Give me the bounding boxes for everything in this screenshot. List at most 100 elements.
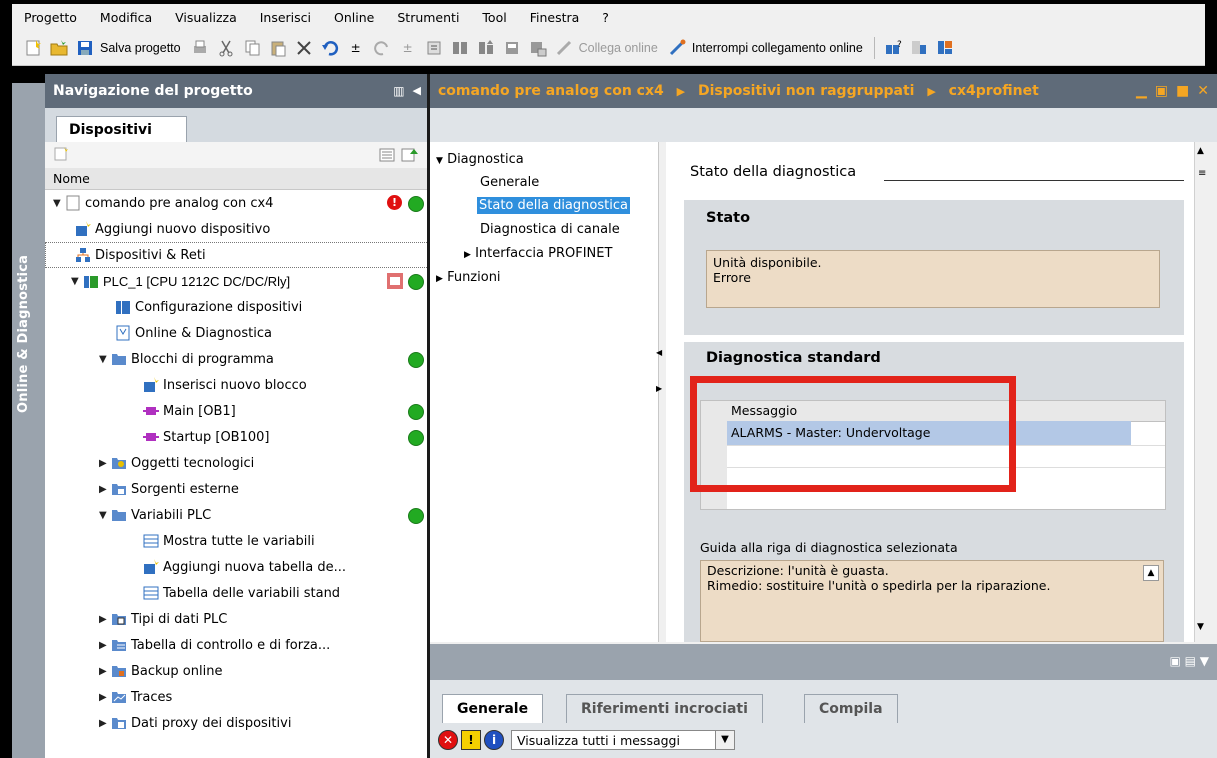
redo-icon[interactable] — [372, 38, 392, 58]
disconnect-online-icon[interactable] — [667, 38, 687, 58]
diag-nav-stato[interactable]: Stato della diagnostica — [477, 197, 630, 214]
diag-nav-generale[interactable]: Generale — [480, 175, 539, 190]
tree-item-device-proxy-data[interactable]: ▶ Dati proxy dei dispositivi — [45, 710, 481, 736]
copy-icon[interactable] — [242, 38, 262, 58]
tree-item-traces[interactable]: ▶ Traces — [45, 684, 481, 710]
tab-cross-references[interactable]: Riferimenti incrociati — [566, 694, 763, 723]
panel-layout-icon[interactable]: ▥ — [393, 74, 404, 108]
tree-item-project[interactable]: ▼ comando pre analog con cx4 ! — [45, 190, 435, 216]
download-to-device-icon[interactable] — [450, 38, 470, 58]
tree-item-add-device[interactable]: Aggiungi nuovo dispositivo — [45, 216, 457, 242]
tree-item-devices-networks[interactable]: Dispositivi & Reti — [45, 242, 457, 268]
expand-down-arrow-icon[interactable]: ▼ — [99, 354, 111, 365]
cut-icon[interactable] — [216, 38, 236, 58]
scroll-up-icon[interactable]: ▲ — [1143, 565, 1159, 581]
inspector-controls[interactable]: ▣ ▤ ▼ — [1169, 654, 1209, 668]
disconnect-online-button[interactable]: Interrompi collegamento online — [692, 41, 863, 55]
expand-right-arrow-icon[interactable]: ▶ — [99, 458, 111, 469]
menu-modifica[interactable]: Modifica — [88, 10, 163, 25]
accessible-devices-icon[interactable]: ? — [883, 38, 903, 58]
compile-icon[interactable] — [424, 38, 444, 58]
expand-down-arrow-icon[interactable]: ▼ — [71, 276, 83, 287]
message-filter-select[interactable]: Visualizza tutti i messaggi ▼ — [511, 730, 735, 750]
diag-nav-canale[interactable]: Diagnostica di canale — [480, 222, 620, 237]
maximize-icon[interactable]: ■ — [1176, 74, 1189, 108]
breadcrumb-group[interactable]: Dispositivi non raggruppati — [698, 83, 915, 99]
menu-tool[interactable]: Tool — [470, 10, 517, 25]
chevron-down-icon[interactable]: ▼ — [715, 731, 734, 749]
undo-dropdown-icon[interactable]: ± — [346, 38, 366, 58]
tree-item-program-blocks[interactable]: ▼ Blocchi di programma — [45, 346, 481, 372]
expand-right-arrow-icon[interactable]: ▶ — [99, 640, 111, 651]
breadcrumb-project[interactable]: comando pre analog con cx4 — [438, 83, 664, 99]
expand-right-arrow-icon[interactable]: ▶ — [99, 692, 111, 703]
splitter-right-arrow-icon[interactable]: ▶ — [656, 384, 662, 393]
menu-strumenti[interactable]: Strumenti — [385, 10, 470, 25]
close-icon[interactable]: ✕ — [1197, 74, 1209, 108]
tree-item-plc-tags[interactable]: ▼ Variabili PLC — [45, 502, 481, 528]
paste-icon[interactable] — [268, 38, 288, 58]
new-item-icon[interactable] — [53, 146, 69, 166]
tab-generale[interactable]: Generale — [442, 694, 544, 723]
cross-reference-icon[interactable] — [909, 38, 929, 58]
scroll-up-icon[interactable]: ▲ — [1197, 146, 1204, 156]
breadcrumb-device[interactable]: cx4profinet — [949, 83, 1039, 99]
expand-down-arrow-icon[interactable]: ▼ — [99, 510, 111, 521]
save-project-button[interactable]: Salva progetto — [100, 41, 181, 55]
go-online-icon[interactable] — [401, 146, 419, 168]
tree-item-online-backup[interactable]: ▶ Backup online — [45, 658, 481, 684]
menu-inserisci[interactable]: Inserisci — [248, 10, 322, 25]
diag-nav-profinet[interactable]: ▶ Interfaccia PROFINET — [464, 246, 612, 261]
error-filter-icon[interactable]: ✕ — [438, 730, 458, 750]
message-row[interactable]: ALARMS - Master: Undervoltage — [727, 421, 1131, 445]
expand-right-arrow-icon[interactable]: ▶ — [99, 718, 111, 729]
menu-visualizza[interactable]: Visualizza — [163, 10, 248, 25]
expand-right-arrow-icon[interactable]: ▶ — [99, 484, 111, 495]
message-column-header[interactable]: Messaggio — [731, 403, 797, 418]
splitter-left-arrow-icon[interactable]: ◀ — [656, 348, 662, 357]
content-scrollbar[interactable]: ▲ ≡ ▼ — [1194, 142, 1211, 642]
save-icon[interactable] — [75, 38, 95, 58]
expand-right-arrow-icon[interactable]: ▶ — [464, 250, 471, 260]
redo-dropdown-icon[interactable]: ± — [398, 38, 418, 58]
collapse-panel-icon[interactable]: ◀ — [413, 74, 421, 108]
expand-right-arrow-icon[interactable]: ▶ — [436, 274, 443, 284]
menu-online[interactable]: Online — [322, 10, 385, 25]
expand-right-arrow-icon[interactable]: ▶ — [99, 666, 111, 677]
menu-progetto[interactable]: Progetto — [12, 10, 88, 25]
tab-compile[interactable]: Compila — [804, 694, 898, 723]
info-filter-icon[interactable]: i — [484, 730, 504, 750]
upload-from-device-icon[interactable] — [476, 38, 496, 58]
tab-dispositivi[interactable]: Dispositivi — [56, 116, 187, 142]
tree-item-plc-data-types[interactable]: ▶ Tipi di dati PLC — [45, 606, 481, 632]
overview-icon[interactable] — [379, 147, 395, 167]
online-diagnostics-side-tab[interactable]: Online & Diagnostica — [12, 83, 45, 758]
menu-help[interactable]: ? — [590, 10, 620, 25]
warning-filter-icon[interactable]: ! — [461, 730, 481, 750]
menu-finestra[interactable]: Finestra — [518, 10, 591, 25]
expand-right-arrow-icon[interactable]: ▶ — [99, 614, 111, 625]
open-project-icon[interactable] — [49, 38, 69, 58]
connect-online-button[interactable]: Collega online — [579, 41, 658, 55]
minimize-icon[interactable]: ▁ — [1136, 74, 1147, 108]
tree-item-external-sources[interactable]: ▶ Sorgenti esterne — [45, 476, 481, 502]
diag-nav-funzioni[interactable]: ▶ Funzioni — [436, 270, 501, 285]
new-project-icon[interactable] — [23, 38, 43, 58]
simulation-icon[interactable] — [502, 38, 522, 58]
tree-item-watch-force-tables[interactable]: ▶ Tabella di controllo e di forza... — [45, 632, 481, 658]
tree-item-tech-objects[interactable]: ▶ Oggetti tecnologici — [45, 450, 481, 476]
diag-nav-diagnostica[interactable]: ▼ Diagnostica — [436, 152, 524, 167]
split-editor-icon[interactable] — [935, 38, 955, 58]
delete-icon[interactable] — [294, 38, 314, 58]
print-icon[interactable] — [190, 38, 210, 58]
connect-online-icon[interactable] — [554, 38, 574, 58]
scroll-grip-icon[interactable]: ≡ — [1198, 168, 1206, 179]
tree-item-plc[interactable]: ▼ PLC_1 [CPU 1212C DC/DC/Rly] — [45, 268, 453, 294]
float-icon[interactable]: ▣ — [1155, 74, 1168, 108]
expand-down-arrow-icon[interactable]: ▼ — [436, 156, 443, 166]
stop-simulation-icon[interactable] — [528, 38, 548, 58]
scroll-down-icon[interactable]: ▼ — [1197, 622, 1204, 632]
undo-icon[interactable] — [320, 38, 340, 58]
expand-down-arrow-icon[interactable]: ▼ — [53, 198, 65, 209]
tree-column-header[interactable]: Nome — [45, 168, 427, 190]
